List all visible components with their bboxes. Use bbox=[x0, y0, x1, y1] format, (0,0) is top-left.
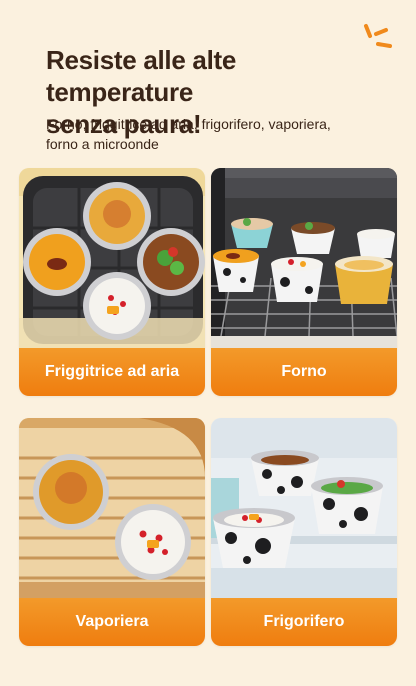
card-air-fryer: Friggitrice ad aria bbox=[19, 168, 205, 396]
air-fryer-photo bbox=[19, 168, 205, 348]
subtitle-line-2: forno a microonde bbox=[46, 136, 159, 152]
card-label-steamer: Vaporiera bbox=[19, 598, 205, 646]
subtitle-line-1: Forno, friggitrice ad aria, frigorifero,… bbox=[46, 116, 331, 132]
title-line-1: Resiste alle alte temperature bbox=[46, 45, 237, 107]
card-fridge: Frigorifero bbox=[211, 418, 397, 646]
card-oven: Forno bbox=[211, 168, 397, 396]
card-steamer: Vaporiera bbox=[19, 418, 205, 646]
oven-photo bbox=[211, 168, 397, 348]
card-label-air-fryer: Friggitrice ad aria bbox=[19, 348, 205, 396]
steamer-photo bbox=[19, 418, 205, 598]
page-subtitle: Forno, friggitrice ad aria, frigorifero,… bbox=[46, 114, 376, 154]
fridge-photo bbox=[211, 418, 397, 598]
card-label-fridge: Frigorifero bbox=[211, 598, 397, 646]
card-label-oven: Forno bbox=[211, 348, 397, 396]
